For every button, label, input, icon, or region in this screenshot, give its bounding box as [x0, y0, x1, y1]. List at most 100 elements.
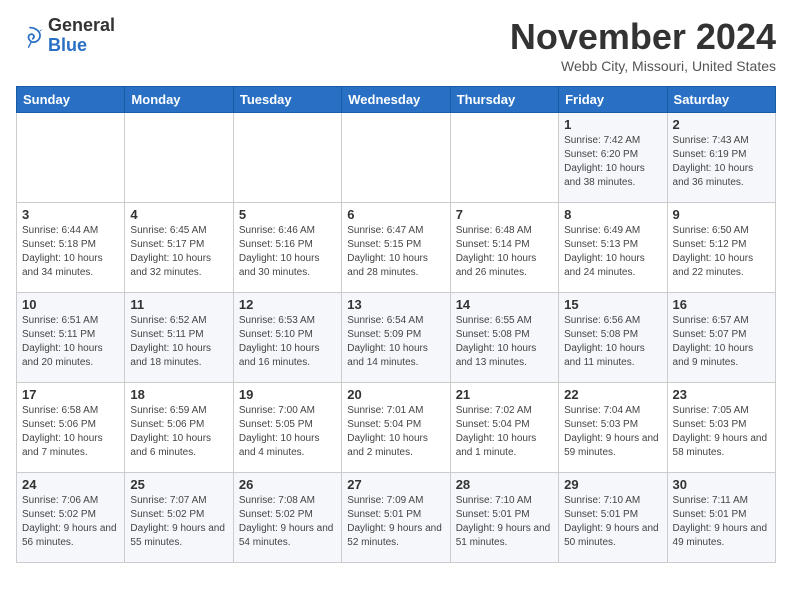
- day-number: 7: [456, 207, 553, 222]
- calendar-cell: 10 Sunrise: 6:51 AM Sunset: 5:11 PM Dayli…: [17, 293, 125, 383]
- logo-blue: Blue: [48, 36, 115, 56]
- calendar-cell: 17 Sunrise: 6:58 AM Sunset: 5:06 PM Dayli…: [17, 383, 125, 473]
- day-number: 21: [456, 387, 553, 402]
- day-info: Sunrise: 7:11 AM Sunset: 5:01 PM Dayligh…: [673, 494, 770, 550]
- day-info: Sunrise: 6:55 AM Sunset: 5:08 PM Dayligh…: [456, 314, 553, 370]
- day-info: Sunrise: 7:10 AM Sunset: 5:01 PM Dayligh…: [564, 494, 661, 550]
- day-info: Sunrise: 6:49 AM Sunset: 5:13 PM Dayligh…: [564, 224, 661, 280]
- calendar-cell: 27Sunrise: 7:09 AM Sunset: 5:01 PM Dayli…: [342, 473, 450, 563]
- day-info: Sunrise: 6:44 AM Sunset: 5:18 PM Dayligh…: [22, 224, 119, 280]
- day-info: Sunrise: 6:53 AM Sunset: 5:10 PM Dayligh…: [239, 314, 336, 370]
- calendar-cell: 16 Sunrise: 6:57 AM Sunset: 5:07 PM Dayli…: [667, 293, 775, 383]
- day-number: 25: [130, 477, 227, 492]
- day-info: Sunrise: 6:56 AM Sunset: 5:08 PM Dayligh…: [564, 314, 661, 370]
- day-info: Sunrise: 6:57 AM Sunset: 5:07 PM Dayligh…: [673, 314, 770, 370]
- calendar-cell: 21 Sunrise: 7:02 AM Sunset: 5:04 PM Dayli…: [450, 383, 558, 473]
- day-of-week-header: Monday: [125, 87, 233, 113]
- title-block: November 2024 Webb City, Missouri, Unite…: [510, 16, 776, 74]
- day-number: 27: [347, 477, 444, 492]
- day-number: 2: [673, 117, 770, 132]
- calendar-cell: 26 Sunrise: 7:08 AM Sunset: 5:02 PM Dayli…: [233, 473, 341, 563]
- day-number: 23: [673, 387, 770, 402]
- calendar-week-row: 24 Sunrise: 7:06 AM Sunset: 5:02 PM Dayli…: [17, 473, 776, 563]
- day-of-week-header: Thursday: [450, 87, 558, 113]
- calendar-cell: 19Sunrise: 7:00 AM Sunset: 5:05 PM Dayli…: [233, 383, 341, 473]
- day-info: Sunrise: 7:02 AM Sunset: 5:04 PM Dayligh…: [456, 404, 553, 460]
- day-info: Sunrise: 7:04 AM Sunset: 5:03 PM Dayligh…: [564, 404, 661, 460]
- day-number: 9: [673, 207, 770, 222]
- calendar-cell: 12Sunrise: 6:53 AM Sunset: 5:10 PM Dayli…: [233, 293, 341, 383]
- day-info: Sunrise: 6:47 AM Sunset: 5:15 PM Dayligh…: [347, 224, 444, 280]
- day-number: 3: [22, 207, 119, 222]
- day-number: 18: [130, 387, 227, 402]
- calendar-cell: 5 Sunrise: 6:46 AM Sunset: 5:16 PM Daylig…: [233, 203, 341, 293]
- logo-general: General: [48, 16, 115, 36]
- day-number: 20: [347, 387, 444, 402]
- calendar-cell: 22 Sunrise: 7:04 AM Sunset: 5:03 PM Dayli…: [559, 383, 667, 473]
- day-info: Sunrise: 6:50 AM Sunset: 5:12 PM Dayligh…: [673, 224, 770, 280]
- calendar-cell: 18 Sunrise: 6:59 AM Sunset: 5:06 PM Dayli…: [125, 383, 233, 473]
- day-number: 4: [130, 207, 227, 222]
- calendar-cell: 15 Sunrise: 6:56 AM Sunset: 5:08 PM Dayli…: [559, 293, 667, 383]
- calendar-cell: 8Sunrise: 6:49 AM Sunset: 5:13 PM Daylig…: [559, 203, 667, 293]
- day-info: Sunrise: 7:06 AM Sunset: 5:02 PM Dayligh…: [22, 494, 119, 550]
- day-number: 6: [347, 207, 444, 222]
- logo-text: General Blue: [48, 16, 115, 56]
- day-info: Sunrise: 7:01 AM Sunset: 5:04 PM Dayligh…: [347, 404, 444, 460]
- calendar-cell: [125, 113, 233, 203]
- day-of-week-header: Sunday: [17, 87, 125, 113]
- calendar-cell: 3 Sunrise: 6:44 AM Sunset: 5:18 PM Daylig…: [17, 203, 125, 293]
- day-number: 24: [22, 477, 119, 492]
- day-info: Sunrise: 7:43 AM Sunset: 6:19 PM Dayligh…: [673, 134, 770, 190]
- location: Webb City, Missouri, United States: [510, 58, 776, 74]
- day-info: Sunrise: 6:58 AM Sunset: 5:06 PM Dayligh…: [22, 404, 119, 460]
- calendar-cell: 11 Sunrise: 6:52 AM Sunset: 5:11 PM Dayli…: [125, 293, 233, 383]
- day-number: 26: [239, 477, 336, 492]
- day-number: 15: [564, 297, 661, 312]
- day-info: Sunrise: 6:48 AM Sunset: 5:14 PM Dayligh…: [456, 224, 553, 280]
- calendar-cell: 7 Sunrise: 6:48 AM Sunset: 5:14 PM Daylig…: [450, 203, 558, 293]
- day-info: Sunrise: 6:52 AM Sunset: 5:11 PM Dayligh…: [130, 314, 227, 370]
- calendar-cell: 30 Sunrise: 7:11 AM Sunset: 5:01 PM Dayli…: [667, 473, 775, 563]
- day-number: 14: [456, 297, 553, 312]
- calendar-cell: 2 Sunrise: 7:43 AM Sunset: 6:19 PM Daylig…: [667, 113, 775, 203]
- calendar-cell: 29 Sunrise: 7:10 AM Sunset: 5:01 PM Dayli…: [559, 473, 667, 563]
- calendar-cell: 20 Sunrise: 7:01 AM Sunset: 5:04 PM Dayli…: [342, 383, 450, 473]
- calendar-week-row: 3 Sunrise: 6:44 AM Sunset: 5:18 PM Daylig…: [17, 203, 776, 293]
- day-info: Sunrise: 7:42 AM Sunset: 6:20 PM Dayligh…: [564, 134, 661, 190]
- calendar-cell: [233, 113, 341, 203]
- month-title: November 2024: [510, 16, 776, 58]
- calendar-week-row: 1Sunrise: 7:42 AM Sunset: 6:20 PM Daylig…: [17, 113, 776, 203]
- day-info: Sunrise: 6:46 AM Sunset: 5:16 PM Dayligh…: [239, 224, 336, 280]
- day-info: Sunrise: 6:51 AM Sunset: 5:11 PM Dayligh…: [22, 314, 119, 370]
- calendar-week-row: 17 Sunrise: 6:58 AM Sunset: 5:06 PM Dayli…: [17, 383, 776, 473]
- calendar-cell: 1Sunrise: 7:42 AM Sunset: 6:20 PM Daylig…: [559, 113, 667, 203]
- logo-bird-icon: [16, 22, 44, 50]
- day-info: Sunrise: 7:07 AM Sunset: 5:02 PM Dayligh…: [130, 494, 227, 550]
- day-number: 17: [22, 387, 119, 402]
- day-of-week-header: Tuesday: [233, 87, 341, 113]
- day-of-week-header: Wednesday: [342, 87, 450, 113]
- day-number: 16: [673, 297, 770, 312]
- calendar-cell: 24 Sunrise: 7:06 AM Sunset: 5:02 PM Dayli…: [17, 473, 125, 563]
- calendar-cell: 23Sunrise: 7:05 AM Sunset: 5:03 PM Dayli…: [667, 383, 775, 473]
- day-number: 10: [22, 297, 119, 312]
- calendar-cell: [342, 113, 450, 203]
- day-number: 11: [130, 297, 227, 312]
- day-info: Sunrise: 7:10 AM Sunset: 5:01 PM Dayligh…: [456, 494, 553, 550]
- calendar-cell: 13Sunrise: 6:54 AM Sunset: 5:09 PM Dayli…: [342, 293, 450, 383]
- calendar-cell: 14 Sunrise: 6:55 AM Sunset: 5:08 PM Dayli…: [450, 293, 558, 383]
- day-number: 22: [564, 387, 661, 402]
- day-info: Sunrise: 6:45 AM Sunset: 5:17 PM Dayligh…: [130, 224, 227, 280]
- day-number: 5: [239, 207, 336, 222]
- calendar-cell: [17, 113, 125, 203]
- day-number: 30: [673, 477, 770, 492]
- calendar-cell: 25 Sunrise: 7:07 AM Sunset: 5:02 PM Dayli…: [125, 473, 233, 563]
- day-number: 29: [564, 477, 661, 492]
- day-info: Sunrise: 6:59 AM Sunset: 5:06 PM Dayligh…: [130, 404, 227, 460]
- logo: General Blue: [16, 16, 115, 56]
- day-number: 19: [239, 387, 336, 402]
- day-info: Sunrise: 7:08 AM Sunset: 5:02 PM Dayligh…: [239, 494, 336, 550]
- calendar-week-row: 10 Sunrise: 6:51 AM Sunset: 5:11 PM Dayli…: [17, 293, 776, 383]
- day-of-week-header: Saturday: [667, 87, 775, 113]
